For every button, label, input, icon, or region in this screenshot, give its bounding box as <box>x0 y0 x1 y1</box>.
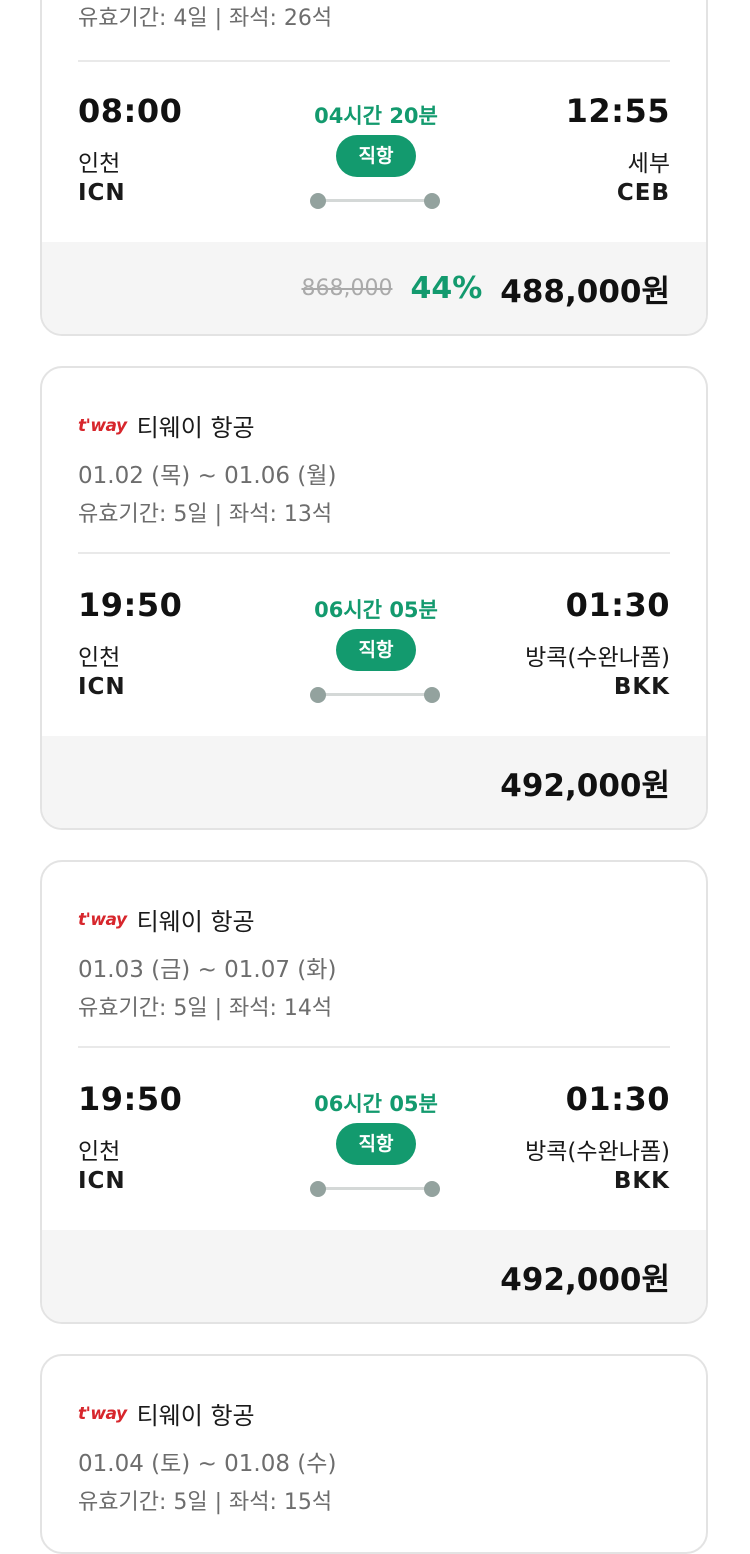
departure-time: 19:50 <box>78 1080 183 1118</box>
discount-rate: 44% <box>410 270 483 306</box>
flight-card[interactable]: 유효기간: 4일 | 좌석: 26석 08:00 04시간 20분 12:55 … <box>40 0 708 336</box>
tway-logo-icon: t'way <box>78 909 127 930</box>
arrival-time: 12:55 <box>565 92 670 130</box>
sale-price: 492,000원 <box>500 767 670 804</box>
sale-price: 488,000원 <box>500 273 670 310</box>
card-divider <box>78 60 670 62</box>
arrival-city: 세부 <box>627 151 670 177</box>
validity-seats: 유효기간: 5일 | 좌석: 15석 <box>78 1490 333 1515</box>
travel-dates: 01.03 (금) ~ 01.07 (화) <box>78 957 337 983</box>
airline-info: t'way 티웨이 항공 <box>78 902 255 937</box>
direct-flight-badge: 직항 <box>336 1123 416 1165</box>
tway-logo-icon: t'way <box>78 415 127 436</box>
flight-duration: 06시간 05분 <box>314 1092 438 1116</box>
airline-info: t'way 티웨이 항공 <box>78 1396 255 1431</box>
arrival-code: BKK <box>613 674 670 700</box>
departure-code: ICN <box>78 674 126 700</box>
flight-duration: 04시간 20분 <box>314 104 438 128</box>
flight-card[interactable]: t'way 티웨이 항공 01.03 (금) ~ 01.07 (화) 유효기간:… <box>40 860 708 1324</box>
price-section: 492,000원 <box>42 1230 706 1322</box>
travel-dates: 01.04 (토) ~ 01.08 (수) <box>78 1451 337 1477</box>
direct-flight-badge: 직항 <box>336 629 416 671</box>
route-line-icon <box>310 193 440 209</box>
departure-city: 인천 <box>78 645 121 671</box>
travel-dates: 01.02 (목) ~ 01.06 (월) <box>78 463 337 489</box>
flight-card[interactable]: t'way 티웨이 항공 01.04 (토) ~ 01.08 (수) 유효기간:… <box>40 1354 708 1554</box>
flight-duration: 06시간 05분 <box>314 598 438 622</box>
arrival-city: 방콕(수완나폼) <box>525 645 670 671</box>
departure-time: 08:00 <box>78 92 183 130</box>
validity-seats: 유효기간: 5일 | 좌석: 13석 <box>78 502 333 527</box>
validity-seats: 유효기간: 5일 | 좌석: 14석 <box>78 996 333 1021</box>
departure-city: 인천 <box>78 1139 121 1165</box>
departure-city: 인천 <box>78 151 121 177</box>
airline-name: 티웨이 항공 <box>136 414 255 442</box>
direct-flight-badge: 직항 <box>336 135 416 177</box>
tway-logo-icon: t'way <box>78 1403 127 1424</box>
flight-card[interactable]: t'way 티웨이 항공 01.02 (목) ~ 01.06 (월) 유효기간:… <box>40 366 708 830</box>
sale-price: 492,000원 <box>500 1261 670 1298</box>
airline-name: 티웨이 항공 <box>136 1402 255 1430</box>
arrival-time: 01:30 <box>565 1080 670 1118</box>
airline-name: 티웨이 항공 <box>136 908 255 936</box>
route-line-icon <box>310 687 440 703</box>
price-section: 868,000 44% 488,000원 <box>42 242 706 334</box>
route-line-icon <box>310 1181 440 1197</box>
arrival-code: CEB <box>616 180 670 206</box>
original-price: 868,000 <box>301 275 393 301</box>
card-divider <box>78 552 670 554</box>
arrival-city: 방콕(수완나폼) <box>525 1139 670 1165</box>
departure-time: 19:50 <box>78 586 183 624</box>
card-divider <box>78 1046 670 1048</box>
validity-seats: 유효기간: 4일 | 좌석: 26석 <box>78 6 333 31</box>
airline-info: t'way 티웨이 항공 <box>78 408 255 443</box>
departure-code: ICN <box>78 180 126 206</box>
arrival-code: BKK <box>613 1168 670 1194</box>
price-section: 492,000원 <box>42 736 706 828</box>
arrival-time: 01:30 <box>565 586 670 624</box>
departure-code: ICN <box>78 1168 126 1194</box>
